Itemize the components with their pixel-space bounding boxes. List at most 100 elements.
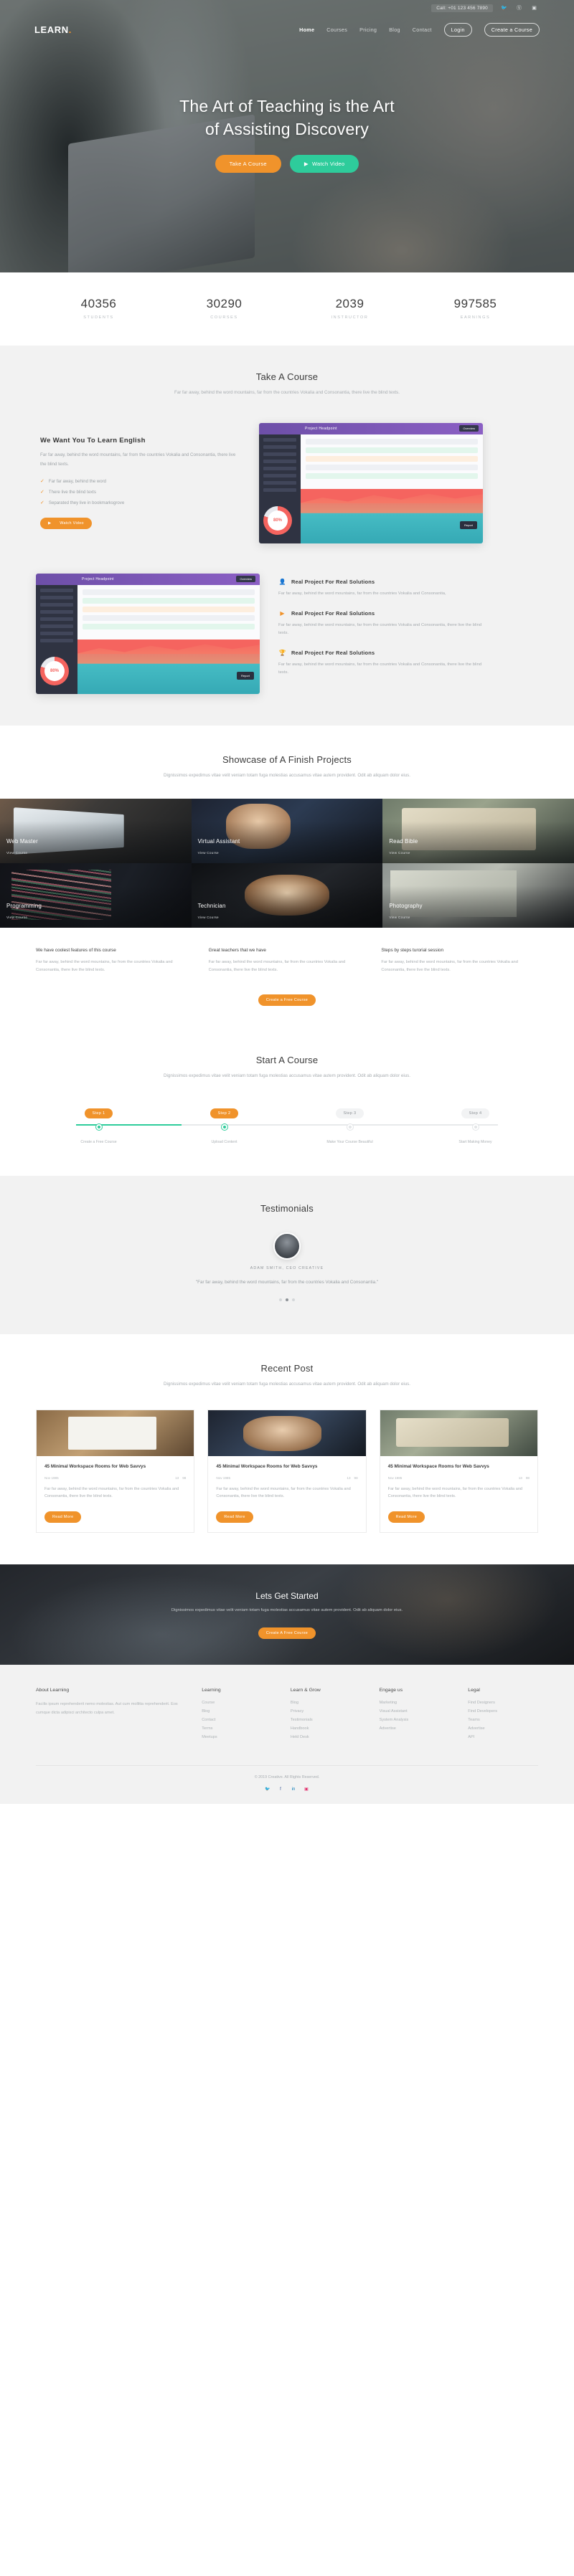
step-3[interactable]: Step 3 Make Your Course Beautiful [287,1105,413,1144]
post-card[interactable]: 45 Minimal Workspace Rooms for Web Savvy… [36,1410,195,1534]
dashboard-donut: 80% [263,505,292,535]
steps-progress: Step 1 Create a Free Course Step 2 Uploa… [36,1105,538,1144]
project-title: Programming [6,902,42,909]
stat-value: 30290 [206,297,243,310]
footer-column-title: About Learning [36,1688,70,1693]
play-icon: ▶ [304,161,309,168]
footer-link[interactable]: Visual Assistant [380,1709,450,1714]
footer-link-list: Marketing Visual Assistant System Analys… [380,1701,450,1731]
post-date: Nov 1985 [44,1475,59,1480]
post-cta-wrap: Read More [44,1508,186,1524]
footer-link[interactable]: Advertise [468,1726,538,1731]
project-action[interactable]: View Course [389,851,410,855]
carousel-dot[interactable] [292,1298,295,1301]
footer-link[interactable]: System Analysis [380,1718,450,1722]
carousel-dot[interactable] [279,1298,282,1301]
footer-link[interactable]: Held Desk [291,1735,361,1739]
facebook-icon[interactable]: f [278,1786,284,1792]
logo[interactable]: LEARN. [34,24,72,35]
nav-item-contact[interactable]: Contact [413,27,432,33]
step-1[interactable]: Step 1 Create a Free Course [36,1105,161,1144]
nav-item-home[interactable]: Home [299,27,314,33]
step-4[interactable]: Step 4 Start Making Money [413,1105,538,1144]
footer-link[interactable]: Marketing [380,1701,450,1705]
features-row: Project Headpoint Overview Report 80% 👤 [36,573,538,694]
footer-link[interactable]: Contact [202,1718,272,1722]
course-intro-text: We Want You To Learn English Far far awa… [36,437,240,530]
post-body: 45 Minimal Workspace Rooms for Web Savvy… [37,1456,194,1532]
carousel-dot-active[interactable] [286,1298,288,1301]
post-excerpt: Far far away, behind the word mountains,… [216,1486,351,1499]
post-title[interactable]: 45 Minimal Workspace Rooms for Web Savvy… [216,1463,357,1470]
footer-link[interactable]: Advertise [380,1726,450,1731]
recent-posts-section: Recent Post Dignissimos expedimus vitae … [0,1334,574,1565]
footer-link[interactable]: Find Developers [468,1709,538,1714]
login-button[interactable]: Login [443,23,472,37]
project-card[interactable]: Photography View Course [382,862,574,928]
read-more-button[interactable]: Read More [44,1511,82,1524]
section-header: Recent Post Dignissimos expedimus vitae … [36,1363,538,1389]
post-thumbnail [208,1410,366,1457]
read-more-button[interactable]: Read More [216,1511,253,1524]
create-free-course-button[interactable]: Create a Free Course [258,994,316,1006]
footer-link[interactable]: Find Designers [468,1701,538,1705]
post-title[interactable]: 45 Minimal Workspace Rooms for Web Savvy… [44,1463,186,1470]
dashboard-note: Report [236,671,254,680]
take-a-course-button[interactable]: Take A Course [215,155,281,174]
nav-item-pricing[interactable]: Pricing [359,27,377,33]
footer-link[interactable]: Terms [202,1726,272,1731]
nav-item-blog[interactable]: Blog [389,27,400,33]
footer-link[interactable]: Testimonials [291,1718,361,1722]
footer-link[interactable]: Blog [291,1701,361,1705]
project-title: Photography [389,902,423,909]
instagram-icon[interactable]: ▣ [530,4,538,12]
project-card[interactable]: Read Bible View Course [382,798,574,863]
post-card[interactable]: 45 Minimal Workspace Rooms for Web Savvy… [379,1410,538,1534]
project-action[interactable]: View Course [6,851,27,855]
project-card[interactable]: Programming View Course [0,862,192,928]
pinterest-icon[interactable]: Ⓥ [515,4,523,12]
avatar [273,1232,301,1260]
footer-link[interactable]: Meetups [202,1735,272,1739]
watch-video-button-secondary[interactable]: ▶ Watch Video [40,518,92,530]
post-title[interactable]: 45 Minimal Workspace Rooms for Web Savvy… [388,1463,530,1470]
hero-section: Call: +01 123 456 7890 🐦 Ⓥ ▣ LEARN. Home… [0,0,574,272]
footer-column-title: Learn & Grow [290,1688,321,1693]
twitter-icon[interactable]: 🐦 [265,1786,271,1792]
step-pill: Step 2 [210,1108,239,1118]
cta-create-course-button[interactable]: Create A Free Course [258,1627,316,1639]
project-action[interactable]: View Course [6,916,27,919]
dashboard-rows [77,585,260,637]
feature-title: Real Project For Real Solutions [291,609,375,617]
section-subtitle: Dignissimos expedimus vitae velit veniam… [164,1381,410,1387]
step-2[interactable]: Step 2 Upload Content [161,1105,287,1144]
footer-link[interactable]: Course [202,1701,272,1705]
project-card[interactable]: Web Master View Course [0,798,192,863]
project-action[interactable]: View Course [198,916,219,919]
project-card[interactable]: Technician View Course [191,862,383,928]
footer-link[interactable]: Blog [202,1709,272,1714]
stat-label: STUDENTS [83,315,114,320]
watch-video-button[interactable]: ▶ Watch Video [289,155,359,174]
linkedin-icon[interactable]: in [291,1786,297,1792]
create-course-button[interactable]: Create a Course [484,23,540,37]
project-card[interactable]: Virtual Assistant View Course [191,798,383,863]
project-action[interactable]: View Course [198,851,219,855]
footer-link[interactable]: Handbook [291,1726,361,1731]
project-action[interactable]: View Course [389,916,410,919]
project-title: Virtual Assistant [197,837,240,845]
footer-link[interactable]: API [468,1735,538,1739]
twitter-icon[interactable]: 🐦 [500,4,508,12]
nav-item-courses[interactable]: Courses [326,27,347,33]
stat-value: 40356 [80,297,117,310]
footer-link[interactable]: Privacy [291,1709,361,1714]
footer-link[interactable]: Teams [468,1718,538,1722]
phone-number[interactable]: Call: +01 123 456 7890 [431,4,493,12]
watch-video-wrap: ▶ Watch Video [40,515,240,530]
cta-button-wrap: Create A Free Course [171,1625,403,1639]
start-a-course-section: Start A Course Dignissimos expedimus vit… [0,1030,574,1176]
instagram-icon[interactable]: ▣ [304,1786,310,1792]
post-card[interactable]: 45 Minimal Workspace Rooms for Web Savvy… [207,1410,367,1534]
read-more-button[interactable]: Read More [387,1511,425,1524]
dashboard-rows [301,434,483,486]
